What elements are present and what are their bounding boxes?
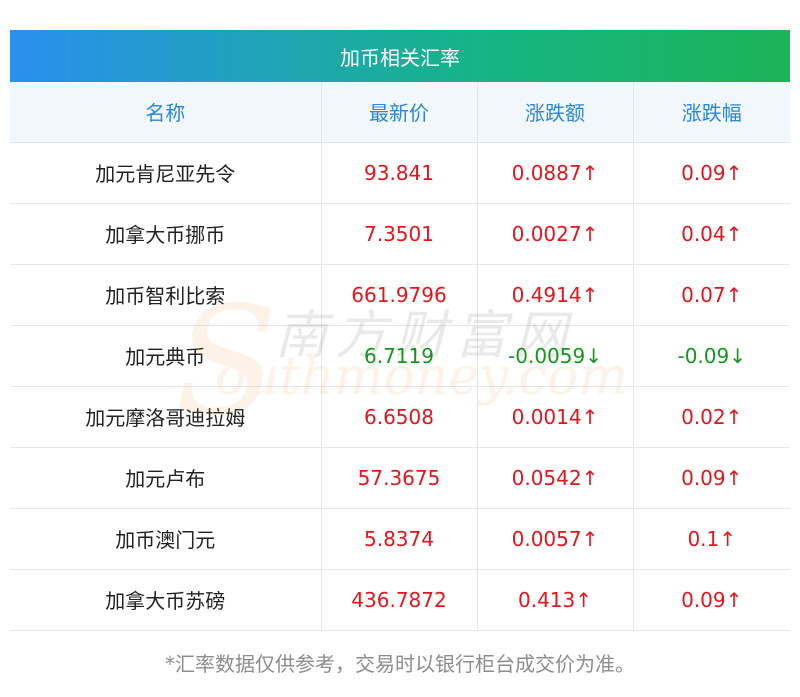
price-change: 0.0887↑ xyxy=(477,142,634,204)
table-row: 加拿大币苏磅 436.7872 0.413↑ 0.09↑ xyxy=(10,569,790,631)
table-row: 加元卢布 57.3675 0.0542↑ 0.09↑ xyxy=(10,447,790,509)
latest-price: 7.3501 xyxy=(321,203,478,265)
currency-pair-name[interactable]: 加元摩洛哥迪拉姆 xyxy=(10,386,322,448)
currency-pair-name[interactable]: 加元典币 xyxy=(10,325,322,387)
currency-pair-name[interactable]: 加元肯尼亚先令 xyxy=(10,142,322,204)
card-title: 加币相关汇率 xyxy=(10,30,790,82)
table-row: 加元典币 6.7119 -0.0059↓ -0.09↓ xyxy=(10,325,790,387)
exchange-rate-table: 名称 最新价 涨跌额 涨跌幅 加元肯尼亚先令 93.841 0.0887↑ 0.… xyxy=(10,82,790,631)
price-change-pct: 0.02↑ xyxy=(633,386,790,448)
header-change: 涨跌额 xyxy=(477,82,634,143)
currency-pair-name[interactable]: 加拿大币苏磅 xyxy=(10,569,322,631)
price-change: -0.0059↓ xyxy=(477,325,634,387)
price-change: 0.0542↑ xyxy=(477,447,634,509)
latest-price: 93.841 xyxy=(321,142,478,204)
currency-pair-name[interactable]: 加币智利比索 xyxy=(10,264,322,326)
header-price: 最新价 xyxy=(321,82,478,143)
table-header-row: 名称 最新价 涨跌额 涨跌幅 xyxy=(10,82,790,143)
price-change: 0.4914↑ xyxy=(477,264,634,326)
table-row: 加元肯尼亚先令 93.841 0.0887↑ 0.09↑ xyxy=(10,142,790,204)
price-change-pct: -0.09↓ xyxy=(633,325,790,387)
price-change: 0.0027↑ xyxy=(477,203,634,265)
table-row: 加拿大币挪币 7.3501 0.0027↑ 0.04↑ xyxy=(10,203,790,265)
price-change: 0.413↑ xyxy=(477,569,634,631)
latest-price: 5.8374 xyxy=(321,508,478,570)
disclaimer-footnote: *汇率数据仅供参考，交易时以银行柜台成交价为准。 xyxy=(165,652,635,676)
header-change-pct: 涨跌幅 xyxy=(633,82,790,143)
price-change-pct: 0.09↑ xyxy=(633,569,790,631)
table-row: 加币智利比索 661.9796 0.4914↑ 0.07↑ xyxy=(10,264,790,326)
latest-price: 436.7872 xyxy=(321,569,478,631)
exchange-rate-card: 加币相关汇率 名称 最新价 涨跌额 涨跌幅 加元肯尼亚先令 93.841 0.0… xyxy=(10,30,790,631)
table-row: 加元摩洛哥迪拉姆 6.6508 0.0014↑ 0.02↑ xyxy=(10,386,790,448)
table-row: 加币澳门元 5.8374 0.0057↑ 0.1↑ xyxy=(10,508,790,570)
currency-pair-name[interactable]: 加币澳门元 xyxy=(10,508,322,570)
price-change-pct: 0.04↑ xyxy=(633,203,790,265)
latest-price: 57.3675 xyxy=(321,447,478,509)
currency-pair-name[interactable]: 加元卢布 xyxy=(10,447,322,509)
price-change: 0.0014↑ xyxy=(477,386,634,448)
price-change: 0.0057↑ xyxy=(477,508,634,570)
latest-price: 6.6508 xyxy=(321,386,478,448)
price-change-pct: 0.09↑ xyxy=(633,142,790,204)
currency-pair-name[interactable]: 加拿大币挪币 xyxy=(10,203,322,265)
price-change-pct: 0.07↑ xyxy=(633,264,790,326)
price-change-pct: 0.09↑ xyxy=(633,447,790,509)
latest-price: 661.9796 xyxy=(321,264,478,326)
latest-price: 6.7119 xyxy=(321,325,478,387)
header-name: 名称 xyxy=(10,82,322,143)
price-change-pct: 0.1↑ xyxy=(633,508,790,570)
